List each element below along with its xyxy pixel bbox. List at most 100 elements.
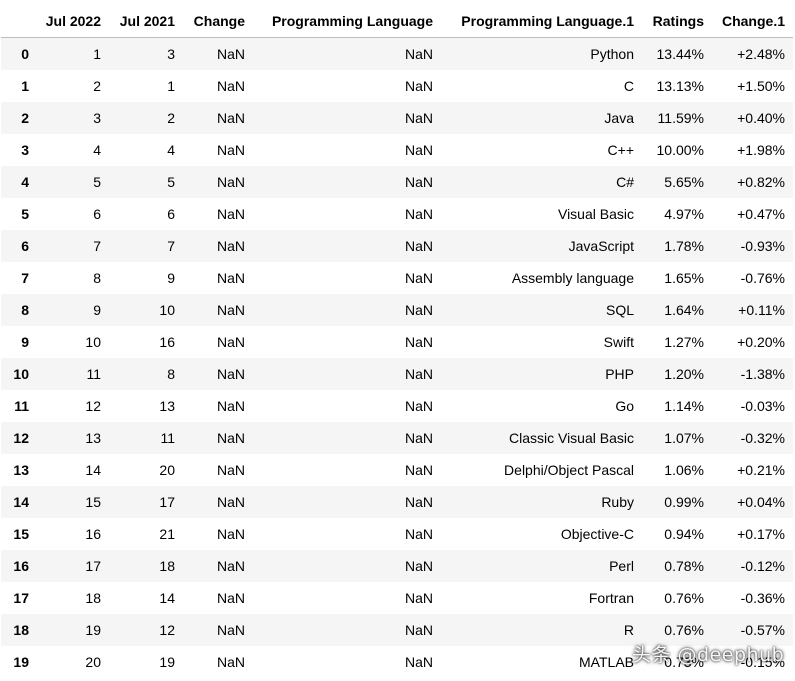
- row-index: 19: [13, 654, 29, 670]
- cell-jul-2022: 1: [93, 46, 101, 62]
- cell-programming-language: NaN: [404, 110, 433, 126]
- cell-jul-2022: 19: [85, 622, 101, 638]
- cell-change-1: -0.32%: [740, 430, 785, 446]
- cell-jul-2022: 20: [85, 654, 101, 670]
- cell-programming-language-1: Ruby: [601, 494, 634, 510]
- cell-programming-language-1: C: [623, 78, 634, 94]
- cell-change-1: -0.12%: [740, 558, 785, 574]
- row-index: 6: [21, 238, 29, 254]
- cell-programming-language-1: Objective-C: [560, 526, 634, 542]
- cell-programming-language: NaN: [404, 622, 433, 638]
- cell-ratings: 1.07%: [664, 430, 704, 446]
- table-row: 10 11 8 NaN NaN PHP 1.20% -1.38%: [1, 358, 793, 390]
- cell-change-1: +0.20%: [737, 334, 785, 350]
- cell-programming-language-1: MATLAB: [579, 654, 634, 670]
- cell-change-1: -0.15%: [740, 654, 785, 670]
- cell-change: NaN: [216, 494, 245, 510]
- cell-change-1: -0.57%: [740, 622, 785, 638]
- table-row: 16 17 18 NaN NaN Perl 0.78% -0.12%: [1, 550, 793, 582]
- cell-jul-2021: 4: [167, 142, 175, 158]
- cell-jul-2022: 5: [93, 174, 101, 190]
- cell-ratings: 13.13%: [656, 78, 704, 94]
- cell-programming-language-1: Java: [604, 110, 634, 126]
- table-body: 0 1 3 NaN NaN Python 13.44% +2.48% 1 2 1 NaN NaN C 13.…: [1, 37, 793, 678]
- row-index: 5: [21, 206, 29, 222]
- cell-ratings: 1.14%: [664, 398, 704, 414]
- row-index: 4: [21, 174, 29, 190]
- cell-jul-2022: 8: [93, 270, 101, 286]
- cell-programming-language: NaN: [404, 334, 433, 350]
- cell-programming-language: NaN: [404, 526, 433, 542]
- cell-programming-language-1: Assembly language: [511, 270, 634, 286]
- cell-programming-language-1: Delphi/Object Pascal: [504, 462, 634, 478]
- row-index: 0: [21, 46, 29, 62]
- row-index: 14: [13, 494, 29, 510]
- table-row: 13 14 20 NaN NaN Delphi/Object Pascal 1.06% +0.…: [1, 454, 793, 486]
- cell-change-1: +0.47%: [737, 206, 785, 222]
- cell-change: NaN: [216, 206, 245, 222]
- cell-jul-2021: 8: [167, 366, 175, 382]
- cell-programming-language-1: Fortran: [588, 590, 634, 606]
- row-index: 12: [13, 430, 29, 446]
- cell-ratings: 0.76%: [664, 590, 704, 606]
- cell-programming-language-1: PHP: [605, 366, 634, 382]
- cell-jul-2021: 7: [167, 238, 175, 254]
- cell-ratings: 5.65%: [664, 174, 704, 190]
- cell-programming-language-1: Visual Basic: [557, 206, 634, 222]
- cell-programming-language: NaN: [404, 46, 433, 62]
- table-row: 8 9 10 NaN NaN SQL 1.64% +0.11%: [1, 294, 793, 326]
- header-jul-2021: Jul 2021: [109, 6, 183, 38]
- cell-change-1: +0.17%: [737, 526, 785, 542]
- row-index: 2: [21, 110, 29, 126]
- cell-programming-language: NaN: [404, 238, 433, 254]
- table-row: 7 8 9 NaN NaN Assembly language 1.65% -0.76%: [1, 262, 793, 294]
- table-row: 18 19 12 NaN NaN R 0.76% -0.57%: [1, 614, 793, 646]
- cell-programming-language-1: C#: [616, 174, 634, 190]
- cell-ratings: 1.27%: [664, 334, 704, 350]
- cell-change-1: +2.48%: [737, 46, 785, 62]
- cell-programming-language: NaN: [404, 398, 433, 414]
- header-ratings: Ratings: [642, 6, 712, 38]
- row-index: 3: [21, 142, 29, 158]
- row-index: 18: [13, 622, 29, 638]
- row-index: 16: [13, 558, 29, 574]
- row-index: 13: [13, 462, 29, 478]
- cell-ratings: 0.99%: [664, 494, 704, 510]
- cell-change-1: +1.50%: [737, 78, 785, 94]
- cell-change: NaN: [216, 142, 245, 158]
- cell-change: NaN: [216, 462, 245, 478]
- cell-programming-language-1: Classic Visual Basic: [508, 430, 634, 446]
- cell-jul-2022: 17: [85, 558, 101, 574]
- cell-change: NaN: [216, 238, 245, 254]
- cell-programming-language-1: SQL: [605, 302, 634, 318]
- cell-jul-2022: 4: [93, 142, 101, 158]
- cell-change: NaN: [216, 174, 245, 190]
- cell-jul-2022: 11: [86, 366, 101, 382]
- cell-jul-2022: 9: [93, 302, 101, 318]
- cell-jul-2022: 3: [93, 110, 101, 126]
- table-row: 14 15 17 NaN NaN Ruby 0.99% +0.04%: [1, 486, 793, 518]
- cell-programming-language-1: C++: [607, 142, 634, 158]
- cell-jul-2021: 16: [159, 334, 175, 350]
- cell-change: NaN: [216, 430, 245, 446]
- table-row: 19 20 19 NaN NaN MATLAB 0.73% -0.15%: [1, 646, 793, 678]
- cell-jul-2021: 14: [159, 590, 175, 606]
- table-row: 3 4 4 NaN NaN C++ 10.00% +1.98%: [1, 134, 793, 166]
- table-row: 15 16 21 NaN NaN Objective-C 0.94% +0.17%: [1, 518, 793, 550]
- row-index: 11: [14, 398, 29, 414]
- table-row: 6 7 7 NaN NaN JavaScript 1.78% -0.93%: [1, 230, 793, 262]
- cell-ratings: 0.94%: [664, 526, 704, 542]
- cell-change-1: +0.04%: [737, 494, 785, 510]
- header-jul-2022: Jul 2022: [35, 6, 109, 38]
- cell-change-1: +0.82%: [737, 174, 785, 190]
- cell-ratings: 0.73%: [664, 654, 704, 670]
- cell-change-1: +1.98%: [737, 142, 785, 158]
- cell-jul-2022: 16: [85, 526, 101, 542]
- cell-change-1: -0.76%: [740, 270, 785, 286]
- cell-programming-language: NaN: [404, 430, 433, 446]
- table-row: 9 10 16 NaN NaN Swift 1.27% +0.20%: [1, 326, 793, 358]
- table-row: 5 6 6 NaN NaN Visual Basic 4.97% +0.47%: [1, 198, 793, 230]
- row-index: 8: [21, 302, 29, 318]
- cell-jul-2021: 13: [159, 398, 175, 414]
- header-index: [1, 6, 35, 38]
